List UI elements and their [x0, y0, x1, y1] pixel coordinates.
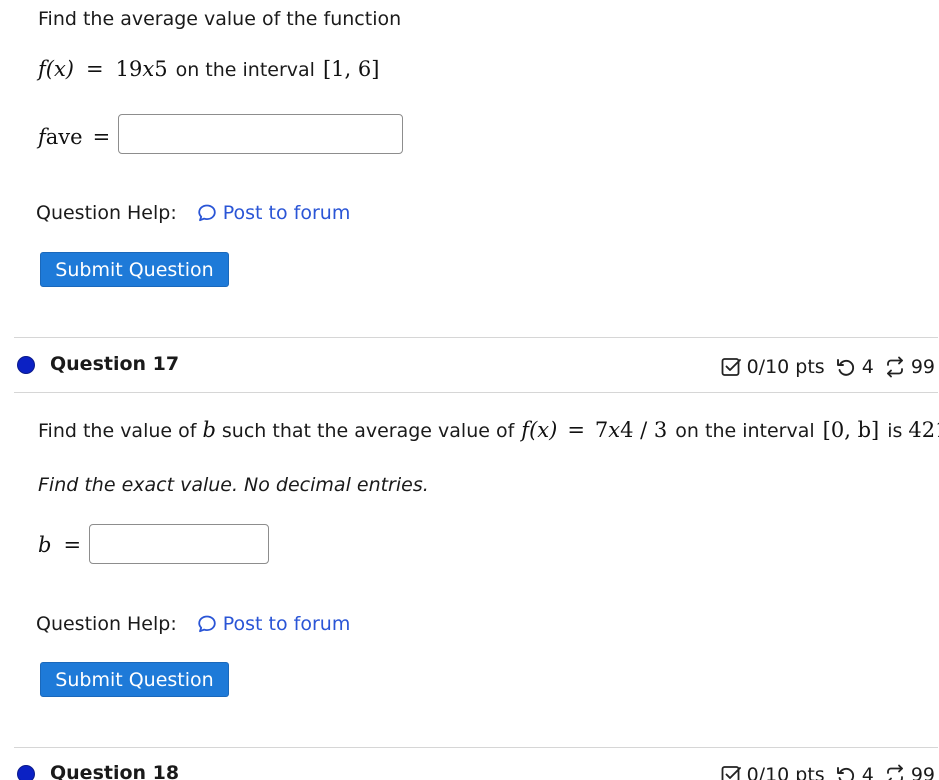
- q16-eq: =: [86, 57, 104, 81]
- q17-answer-b: b: [38, 533, 52, 557]
- q16-answer-sub: ave: [45, 125, 83, 149]
- q17-note: Find the exact value. No decimal entries…: [38, 474, 429, 496]
- q18-retries: 99: [910, 764, 935, 780]
- speech-bubble-icon: [198, 204, 216, 222]
- q18-score: 0/10 pts: [746, 764, 825, 780]
- q18-attempts: 4: [861, 764, 874, 780]
- checkbox-icon: [721, 358, 741, 376]
- q17-retries: 99: [910, 356, 935, 378]
- q17-meta: 0/10 pts 4 99: [720, 356, 935, 378]
- q17-header-divider: [14, 392, 938, 393]
- q16-func-lhs: f(x): [38, 57, 75, 81]
- page: Find the average value of the function f…: [0, 0, 939, 780]
- retry-arrows-icon: [886, 764, 903, 780]
- q17-prompt-start: Find the value of: [38, 420, 197, 442]
- q16-interval-text: on the interval: [175, 59, 315, 81]
- q17-var: x: [608, 418, 621, 442]
- q17-coef: 7: [594, 418, 609, 442]
- q17-status-dot: [17, 356, 35, 374]
- q16-exp: 5: [154, 57, 168, 81]
- q17-attempts: 4: [861, 356, 874, 378]
- q16-prompt: Find the average value of the function: [38, 8, 402, 30]
- q17-interval: [0, b]: [822, 418, 880, 442]
- q16-answer-label: f ave =: [38, 125, 110, 149]
- q17-eq: =: [567, 418, 585, 442]
- q17-func-lhs: f(x): [521, 418, 558, 442]
- q17-answer-label: b =: [38, 533, 81, 557]
- q17-submit-button[interactable]: Submit Question: [40, 662, 229, 697]
- q16-answer-f: f: [38, 125, 46, 149]
- undo-arrow-icon: [836, 767, 854, 780]
- q16-answer-input[interactable]: [118, 114, 403, 154]
- q17-is-text: is: [887, 420, 903, 442]
- q16-help-label: Question Help:: [36, 202, 177, 224]
- q16-help-row: Question Help: Post to forum: [36, 202, 350, 224]
- q16-coef: 19: [115, 57, 143, 81]
- checkbox-icon: [721, 766, 741, 780]
- q16-submit-button[interactable]: Submit Question: [40, 252, 229, 287]
- q16-answer-eq: =: [92, 125, 111, 149]
- q17-post-to-forum-link[interactable]: Post to forum: [197, 613, 351, 635]
- q16-post-to-forum-link[interactable]: Post to forum: [197, 202, 351, 224]
- q17-answer-input[interactable]: [89, 524, 269, 564]
- q17-var-b: b: [202, 418, 216, 442]
- q17-exp: 4 / 3: [620, 418, 668, 442]
- q17-score: 0/10 pts: [746, 356, 825, 378]
- q17-help-row: Question Help: Post to forum: [36, 613, 350, 635]
- q16-post-to-forum-label: Post to forum: [222, 202, 351, 224]
- q17-target: 421: [908, 418, 939, 442]
- q17-prompt-mid: such that the average value of: [221, 420, 515, 442]
- speech-bubble-icon: [198, 615, 216, 633]
- divider-q16-q17: [14, 337, 938, 338]
- q16-interval: [1, 6]: [322, 57, 380, 81]
- q16-function: f(x) = 19 x 5 on the interval [1, 6]: [38, 57, 379, 81]
- q18-meta: 0/10 pts 4 99: [720, 764, 935, 780]
- divider-q17-q18: [14, 747, 938, 748]
- undo-arrow-icon: [836, 359, 854, 376]
- q17-prompt: Find the value of b such that the averag…: [38, 418, 939, 442]
- q17-post-to-forum-label: Post to forum: [222, 613, 351, 635]
- q17-title: Question 17: [50, 353, 180, 375]
- retry-arrows-icon: [886, 356, 903, 378]
- q17-interval-text: on the interval: [675, 420, 815, 442]
- q18-title: Question 18: [50, 762, 180, 780]
- q17-answer-eq: =: [63, 533, 82, 557]
- q17-help-label: Question Help:: [36, 613, 177, 635]
- q18-status-dot: [17, 765, 35, 780]
- q16-var: x: [142, 57, 155, 81]
